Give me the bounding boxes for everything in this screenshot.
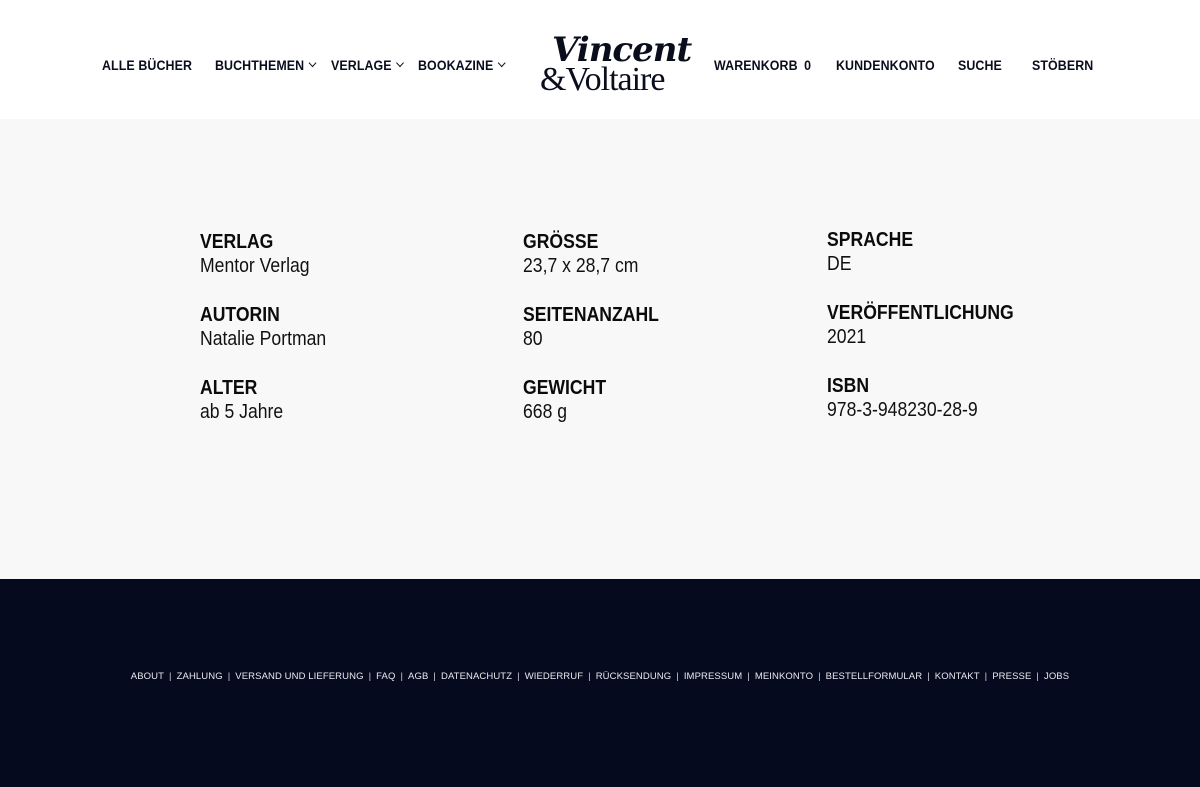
chevron-down-icon [396,58,404,68]
footer-link-wiederruf[interactable]: WIEDERRUF [525,671,583,682]
footer-separator: | [588,671,591,682]
footer-link-zahlung[interactable]: ZAHLUNG [177,671,223,682]
footer-link-kontakt[interactable]: KONTAKT [935,671,980,682]
site-logo[interactable]: Vincent &Voltaire [538,30,692,100]
detail-value: 80 [523,328,543,350]
detail-label: SEITENANZAHL [523,304,659,326]
nav-label: BUCHTHEMEN [215,58,305,73]
nav-bookazine[interactable]: BOOKAZINE [418,58,506,73]
nav-label: SUCHE [958,58,1002,73]
detail-label: VERÖFFENTLICHUNG [827,302,1014,324]
detail-value: ab 5 Jahre [200,401,284,423]
cart-label: WARENKORB [714,58,798,73]
footer-separator: | [927,671,930,682]
detail-isbn: ISBN 978-3-948230-28-9 [827,374,998,422]
detail-seitenanzahl: SEITENANZAHL 80 [523,303,677,351]
chevron-down-icon [497,58,506,68]
nav-kundenkonto[interactable]: KUNDENKONTO [836,58,935,73]
footer-link-datenachutz[interactable]: DATENACHUTZ [441,671,512,682]
detail-label: ISBN [827,375,870,397]
detail-value: 23,7 x 28,7 cm [523,255,639,277]
footer-link-meinkonto[interactable]: MEINKONTO [755,671,813,682]
nav-label: ALLE BÜCHER [102,58,193,73]
footer-separator: | [517,671,520,682]
detail-gewicht: GEWICHT 668 g [523,376,617,424]
detail-value: DE [827,253,852,275]
footer-link-faq[interactable]: FAQ [376,671,395,682]
footer-link-agb[interactable]: AGB [408,671,428,682]
footer-link-impressum[interactable]: IMPRESSUM [684,671,742,682]
detail-label: SPRACHE [827,229,914,251]
detail-veroeffentlichung: VERÖFFENTLICHUNG 2021 [827,301,1039,349]
footer-separator: | [818,671,821,682]
footer-link-versand-und-lieferung[interactable]: VERSAND UND LIEFERUNG [235,671,363,682]
footer-separator: | [1036,671,1039,682]
footer-link-jobs[interactable]: JOBS [1044,671,1069,682]
nav-label: BOOKAZINE [418,58,494,73]
detail-label: ALTER [200,377,258,399]
footer-separator: | [984,671,988,682]
detail-value: 668 g [523,401,568,423]
detail-autorin: AUTORIN Natalie Portman [200,303,343,351]
cart-count-badge: 0 [804,58,812,73]
product-details: VERLAG Mentor Verlag AUTORIN Natalie Por… [0,119,1200,579]
nav-label: KUNDENKONTO [836,58,935,73]
detail-alter: ALTER ab 5 Jahre [200,376,295,424]
nav-buchthemen[interactable]: BUCHTHEMEN [215,58,317,73]
footer-separator: | [433,671,436,682]
nav-stoebern[interactable]: STÖBERN [1032,58,1093,73]
nav-alle-buecher[interactable]: ALLE BÜCHER [102,58,192,73]
detail-value: 978-3-948230-28-9 [827,399,978,421]
footer-links: ABOUT | ZAHLUNG | VERSAND UND LIEFERUNG | FAQ |… [0,671,1200,682]
detail-value: Natalie Portman [200,328,327,350]
nav-warenkorb[interactable]: WARENKORB 0 [714,58,811,73]
footer-separator: | [400,671,404,682]
detail-value: 2021 [827,326,867,348]
footer-link-about[interactable]: ABOUT [131,671,164,682]
detail-label: GEWICHT [523,377,607,399]
chevron-down-icon [308,58,317,68]
detail-groesse: GRÖSSE 23,7 x 28,7 cm [523,230,654,278]
nav-label: VERLAGE [331,58,392,73]
footer-link-bestellformular[interactable]: BESTELLFORMULAR [826,671,923,682]
site-header: ALLE BÜCHER BUCHTHEMEN VERLAGE BOOKAZINE… [0,0,1200,119]
footer-link-presse[interactable]: PRESSE [992,671,1031,682]
footer-separator: | [227,671,231,682]
detail-label: AUTORIN [200,304,280,326]
nav-label: STÖBERN [1032,58,1094,73]
detail-verlag: VERLAG Mentor Verlag [200,230,325,278]
footer-separator: | [676,671,679,682]
nav-verlage[interactable]: VERLAGE [331,58,404,73]
detail-sprache: SPRACHE DE [827,228,925,276]
detail-label: VERLAG [200,231,274,253]
footer-separator: | [169,671,172,682]
detail-label: GRÖSSE [523,231,599,253]
detail-value: Mentor Verlag [200,255,310,277]
footer-separator: | [368,671,372,682]
site-footer: ABOUT | ZAHLUNG | VERSAND UND LIEFERUNG | FAQ |… [0,579,1200,787]
logo-text-voltaire: &Voltaire [540,61,665,98]
footer-link-rücksendung[interactable]: RÜCKSENDUNG [596,671,672,682]
nav-suche[interactable]: SUCHE [958,58,1002,73]
footer-separator: | [747,671,750,682]
